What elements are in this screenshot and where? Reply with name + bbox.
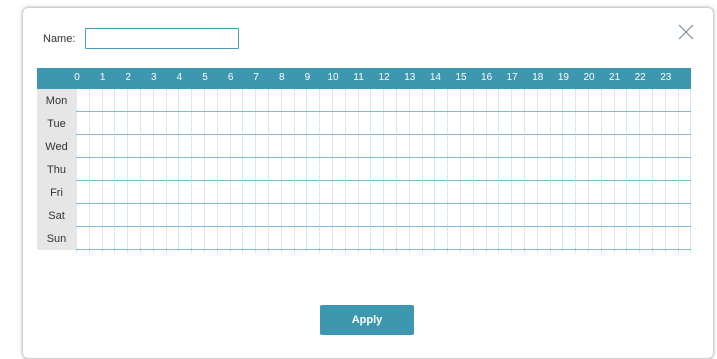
hour-label: 2 [125, 72, 131, 83]
hour-label: 12 [378, 72, 390, 83]
hour-header-row: 0 1 2 3 4 5 6 7 8 9 10 11 12 13 14 15 16 17 18 19 20 21 22 23 [37, 68, 691, 89]
hour-label: 8 [279, 72, 285, 83]
day-row[interactable] [76, 181, 691, 204]
hour-label: 1 [99, 72, 106, 83]
close-icon[interactable] [678, 24, 694, 40]
day-label: Mon [37, 89, 76, 112]
apply-button[interactable]: Apply [320, 305, 414, 335]
hour-label: 21 [609, 72, 621, 83]
day-label: Thu [37, 158, 76, 181]
hour-label: 6 [227, 72, 234, 83]
hour-label: 3 [151, 72, 157, 83]
day-row[interactable] [76, 89, 691, 112]
hour-label: 4 [176, 72, 183, 83]
hour-label: 0 [74, 72, 80, 83]
hour-label: 20 [583, 72, 595, 83]
hour-label: 19 [557, 72, 569, 83]
hour-label: 9 [304, 72, 311, 83]
hour-label: 17 [506, 72, 518, 83]
hour-label: 23 [660, 72, 672, 83]
day-label: Wed [37, 135, 76, 158]
hour-label: 7 [253, 72, 259, 83]
hour-label: 18 [532, 72, 544, 83]
day-label: Fri [37, 181, 76, 204]
hour-label: 22 [634, 72, 646, 83]
day-row[interactable] [76, 227, 691, 250]
name-input[interactable] [85, 28, 239, 49]
schedule-grid[interactable]: Mon Tue Wed Thu Fri Sat Sun [37, 89, 691, 253]
day-label: Sun [37, 227, 76, 250]
day-label: Tue [37, 112, 76, 135]
hour-label: 16 [481, 72, 493, 83]
day-row[interactable] [76, 135, 691, 158]
day-label: Sat [37, 204, 76, 227]
name-label: Name: [43, 33, 76, 45]
hour-label: 14 [429, 72, 441, 83]
day-row[interactable] [76, 158, 691, 181]
hour-label: 10 [327, 72, 339, 83]
hour-label: 15 [455, 72, 467, 83]
hour-label: 5 [202, 72, 208, 83]
hour-label: 11 [353, 72, 364, 83]
day-row[interactable] [76, 204, 691, 227]
day-row[interactable] [76, 112, 691, 135]
hour-label: 13 [404, 72, 416, 83]
